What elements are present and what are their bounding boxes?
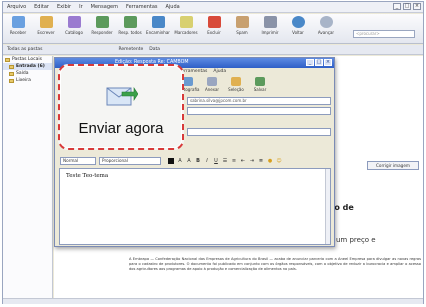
junk-button[interactable]: Spam [229,16,255,42]
status-bar [3,298,423,304]
view-selector[interactable]: Todas as pastas [7,47,42,52]
delete-icon [207,16,221,28]
back-arrow-icon [291,16,305,28]
close-button[interactable]: × [413,3,421,10]
main-toolbar: Receber Escrever Catálogo Responder Resp… [3,14,423,44]
compose-maximize-button[interactable]: □ [315,59,323,66]
insert-icon[interactable]: ● [267,158,273,164]
folder-icon [5,57,10,62]
get-mail-icon [11,16,25,28]
write-button[interactable]: Escrever [33,16,59,42]
fix-image-button[interactable]: Corrigir imagem [367,161,419,170]
send-now-icon [106,87,138,106]
junk-icon [235,16,249,28]
forward-button[interactable]: Encaminhar [145,16,171,42]
folder-local[interactable]: Pastas Locais [3,56,52,63]
message-body-editor[interactable]: Teste Teo-tema [59,168,331,245]
column-date[interactable]: Data [149,47,160,52]
font-larger-button[interactable]: A [186,158,192,164]
compose-minimize-button[interactable]: _ [306,59,314,66]
compose-menu-help[interactable]: Ajuda [213,69,226,74]
font-smaller-button[interactable]: A [177,158,183,164]
compose-close-button[interactable]: × [324,59,332,66]
bold-button[interactable]: B [195,158,201,164]
menu-tools[interactable]: Ferramentas [126,4,158,10]
menu-file[interactable]: Arquivo [7,4,26,10]
folder-outbox[interactable]: Saída [3,70,52,77]
forward-nav-button[interactable]: Avançar [313,16,339,42]
write-icon [39,16,53,28]
underline-button[interactable]: U [213,158,219,164]
menu-help[interactable]: Ajuda [166,4,180,10]
reply-all-button[interactable]: Resp. todos [117,16,143,42]
paragraph-style-select[interactable]: Normal [60,157,96,165]
delete-button[interactable]: Excluir [201,16,227,42]
forward-icon [151,16,165,28]
menu-go[interactable]: Ir [79,4,83,10]
folder-inbox[interactable]: Entrada (6) [3,63,52,70]
italic-button[interactable]: I [204,158,210,164]
print-button[interactable]: Imprimir [257,16,283,42]
inbox-icon [9,64,14,69]
main-window-controls: _ □ × [393,3,421,10]
format-toolbar: Normal Proporcional A A B I U ☰ ≡ ⇤ ⇥ ≣ … [60,156,331,166]
compose-toolbar: Ortografia Anexar Seleção Salvar [179,77,269,92]
address-book-icon [67,16,81,28]
reply-button[interactable]: Responder [89,16,115,42]
filter-bar: Todas as pastas Remetente Data [3,45,423,55]
get-mail-button[interactable]: Receber [5,16,31,42]
print-icon [263,16,277,28]
forward-arrow-icon [319,16,333,28]
lock-icon [231,77,241,86]
send-now-label: Enviar agora [78,120,164,137]
attach-button[interactable]: Anexar [203,77,221,92]
compose-menubar: Ferramentas Ajuda [179,69,226,74]
preview-subheading: um preço e [336,236,376,244]
maximize-button[interactable]: □ [403,3,411,10]
folder-pane: Pastas Locais Entrada (6) Saída Lixeira [3,56,53,298]
indent-icon[interactable]: ⇥ [249,158,255,164]
column-from[interactable]: Remetente [118,47,143,52]
font-select[interactable]: Proporcional [99,157,161,165]
back-button[interactable]: Voltar [285,16,311,42]
address-book-button[interactable]: Catálogo [61,16,87,42]
save-icon [255,77,265,86]
search-input[interactable]: <procurar> [353,30,415,38]
trash-icon [9,78,14,83]
reply-all-icon [123,16,137,28]
compose-window-controls: _ □ × [306,59,332,66]
align-icon[interactable]: ≣ [258,158,264,164]
bullet-list-icon[interactable]: ☰ [222,158,228,164]
reply-icon [95,16,109,28]
save-button[interactable]: Salvar [251,77,269,92]
preview-body-text: A Embrapa — Confederação Nacional das Em… [129,257,421,271]
tag-icon [179,16,193,28]
outbox-icon [9,71,14,76]
menu-message[interactable]: Mensagem [91,4,118,10]
subject-field[interactable] [187,128,331,136]
outdent-icon[interactable]: ⇤ [240,158,246,164]
emoticon-icon[interactable]: ☺ [276,158,282,164]
body-scrollbar[interactable] [325,169,330,244]
text-color-swatch[interactable] [168,158,174,164]
send-now-callout[interactable]: Enviar agora [58,64,184,150]
preview-heading: ão de [329,203,354,212]
minimize-button[interactable]: _ [393,3,401,10]
to-field[interactable]: sabrina.silva@jpcom.com.br [187,97,331,105]
paperclip-icon [207,77,217,86]
spelling-icon [183,77,193,86]
menu-view[interactable]: Exibir [57,4,71,10]
numbered-list-icon[interactable]: ≡ [231,158,237,164]
main-menubar: Arquivo Editar Exibir Ir Mensagem Ferram… [3,2,423,13]
tags-button[interactable]: Marcadores [173,16,199,42]
cc-field[interactable] [187,107,331,115]
body-text: Teste Teo-tema [66,173,109,179]
menu-edit[interactable]: Editar [34,4,49,10]
folder-trash[interactable]: Lixeira [3,77,52,84]
security-button[interactable]: Seleção [227,77,245,92]
